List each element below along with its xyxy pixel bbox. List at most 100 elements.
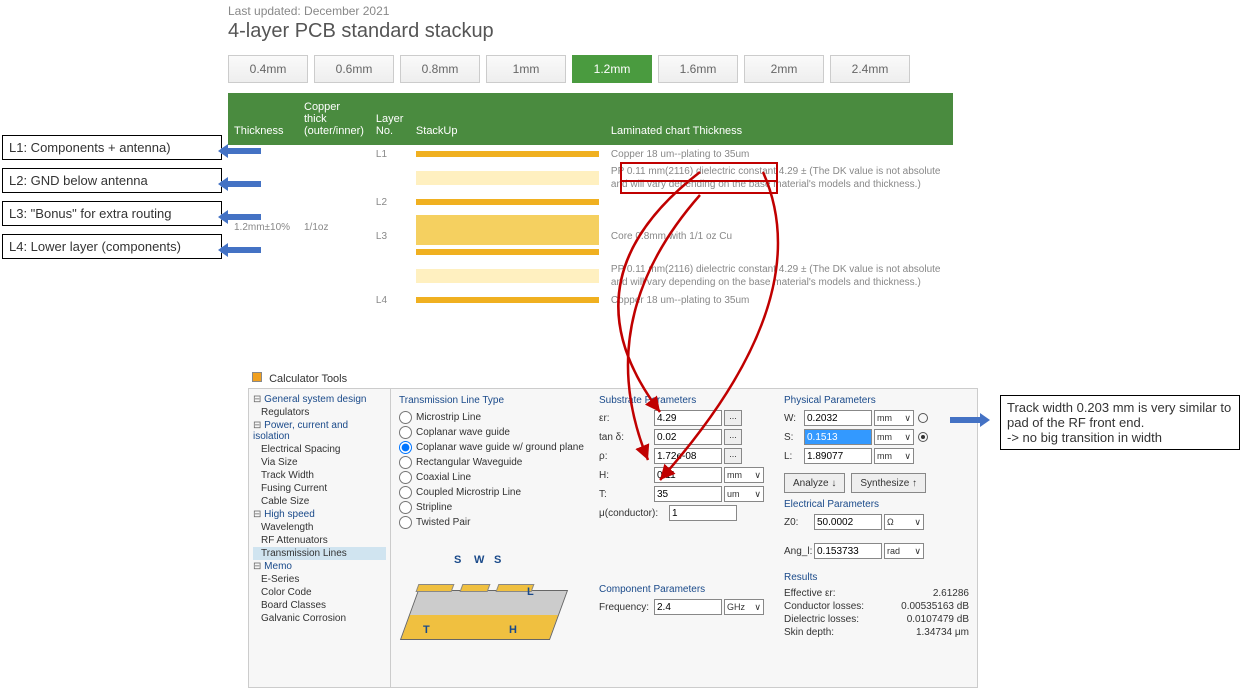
anno-l1-text: L1: Components + antenna) xyxy=(9,140,171,155)
tree-cable-size[interactable]: Cable Size xyxy=(253,495,386,508)
ang-label: Ang_l: xyxy=(784,546,814,557)
ang-input[interactable] xyxy=(814,543,882,559)
th-laminated: Laminated chart Thickness xyxy=(605,93,953,145)
diel-loss-label: Dielectric losses: xyxy=(784,614,859,625)
tab-0-6mm[interactable]: 0.6mm xyxy=(314,55,394,83)
tree-electrical-spacing[interactable]: Electrical Spacing xyxy=(253,443,386,456)
tree-rf-attenuators[interactable]: RF Attenuators xyxy=(253,534,386,547)
t-input[interactable] xyxy=(654,486,722,502)
radio-twisted-pair[interactable] xyxy=(399,516,412,529)
s-unit-select[interactable]: mm∨ xyxy=(874,429,914,445)
tree-memo[interactable]: Memo xyxy=(253,560,386,573)
th-thickness: Thickness xyxy=(228,93,298,145)
copper-value: 1/1oz xyxy=(298,145,370,309)
l-input[interactable] xyxy=(804,448,872,464)
w-input[interactable] xyxy=(804,410,872,426)
cond-loss-label: Conductor losses: xyxy=(784,601,864,612)
w-radio[interactable] xyxy=(918,413,928,423)
tree-fusing-current[interactable]: Fusing Current xyxy=(253,482,386,495)
vis-l2-copper xyxy=(416,199,599,205)
z0-unit-select[interactable]: Ω∨ xyxy=(884,514,924,530)
layer-l1: L1 xyxy=(370,145,410,163)
tand-label: tan δ: xyxy=(599,432,654,443)
tree-regulators[interactable]: Regulators xyxy=(253,406,386,419)
ang-unit-select[interactable]: rad∨ xyxy=(884,543,924,559)
h-unit-select[interactable]: mm∨ xyxy=(724,467,764,483)
tab-0-4mm[interactable]: 0.4mm xyxy=(228,55,308,83)
thickness-tabs: 0.4mm 0.6mm 0.8mm 1mm 1.2mm 1.6mm 2mm 2.… xyxy=(228,55,953,83)
tab-2mm[interactable]: 2mm xyxy=(744,55,824,83)
cpw-diagram: S W S T H L xyxy=(399,540,569,650)
tree-general[interactable]: General system design xyxy=(253,393,386,406)
tree-transmission-lines[interactable]: Transmission Lines xyxy=(253,547,386,560)
radio-coupled-ms[interactable] xyxy=(399,486,412,499)
tree-via-size[interactable]: Via Size xyxy=(253,456,386,469)
vis-core xyxy=(416,215,599,245)
radio-stripline[interactable] xyxy=(399,501,412,514)
chevron-down-icon: ∨ xyxy=(914,546,921,557)
l-unit-select[interactable]: mm∨ xyxy=(874,448,914,464)
layer-l2: L2 xyxy=(370,193,410,211)
cond-loss-value: 0.00535163 dB xyxy=(901,601,969,612)
th-layer: Layer No. xyxy=(370,93,410,145)
calc-main: Transmission Line Type Microstrip Line C… xyxy=(391,389,977,687)
anno-l4: L4: Lower layer (components) xyxy=(2,234,222,259)
tree-high-speed[interactable]: High speed xyxy=(253,508,386,521)
mu-input[interactable] xyxy=(669,505,737,521)
tand-input[interactable] xyxy=(654,429,722,445)
tree-track-width[interactable]: Track Width xyxy=(253,469,386,482)
mu-label: μ(conductor): xyxy=(599,508,669,519)
freq-unit-select[interactable]: GHz∨ xyxy=(724,599,764,615)
component-title: Component Parameters xyxy=(599,584,774,595)
er-browse-button[interactable]: ... xyxy=(724,410,742,426)
tree-wavelength[interactable]: Wavelength xyxy=(253,521,386,534)
freq-input[interactable] xyxy=(654,599,722,615)
s-input[interactable] xyxy=(804,429,872,445)
tree-power[interactable]: Power, current and isolation xyxy=(253,419,386,443)
rho-label: ρ: xyxy=(599,451,654,462)
s-radio[interactable] xyxy=(918,432,928,442)
radio-cpwg-label: Coplanar wave guide w/ ground plane xyxy=(416,442,584,453)
radio-microstrip[interactable] xyxy=(399,411,412,424)
rho-input[interactable] xyxy=(654,448,722,464)
synthesize-button[interactable]: Synthesize ↑ xyxy=(851,473,926,493)
radio-cpwg[interactable] xyxy=(399,441,412,454)
h-input[interactable] xyxy=(654,467,722,483)
left-annotations: L1: Components + antenna) L2: GND below … xyxy=(2,135,222,267)
tab-1-2mm[interactable]: 1.2mm xyxy=(572,55,652,83)
t-unit-select[interactable]: um∨ xyxy=(724,486,764,502)
vis-pp1 xyxy=(416,171,599,185)
z0-input[interactable] xyxy=(814,514,882,530)
tree-e-series[interactable]: E-Series xyxy=(253,573,386,586)
anno-l4-text: L4: Lower layer (components) xyxy=(9,239,181,254)
tand-browse-button[interactable]: ... xyxy=(724,429,742,445)
radio-cpw[interactable] xyxy=(399,426,412,439)
chevron-down-icon: ∨ xyxy=(754,489,761,500)
er-input[interactable] xyxy=(654,410,722,426)
tab-2-4mm[interactable]: 2.4mm xyxy=(830,55,910,83)
chevron-down-icon: ∨ xyxy=(904,432,911,443)
radio-coax[interactable] xyxy=(399,471,412,484)
substrate-title: Substrate Parameters xyxy=(599,395,774,406)
tree-color-code[interactable]: Color Code xyxy=(253,586,386,599)
tab-1-6mm[interactable]: 1.6mm xyxy=(658,55,738,83)
calculator-panel: General system design Regulators Power, … xyxy=(248,388,978,688)
tab-0-8mm[interactable]: 0.8mm xyxy=(400,55,480,83)
th-stackup: StackUp xyxy=(410,93,605,145)
er-label: εr: xyxy=(599,413,654,424)
radio-rect-wg[interactable] xyxy=(399,456,412,469)
vis-l3-copper xyxy=(416,249,599,255)
tree-board-classes[interactable]: Board Classes xyxy=(253,599,386,612)
tab-1mm[interactable]: 1mm xyxy=(486,55,566,83)
rho-browse-button[interactable]: ... xyxy=(724,448,742,464)
tree-galvanic-corrosion[interactable]: Galvanic Corrosion xyxy=(253,612,386,625)
skin-depth-label: Skin depth: xyxy=(784,627,834,638)
analyze-button[interactable]: Analyze ↓ xyxy=(784,473,845,493)
anno-l3: L3: "Bonus" for extra routing xyxy=(2,201,222,226)
w-unit-select[interactable]: mm∨ xyxy=(874,410,914,426)
arrow-icon xyxy=(221,210,271,222)
freq-label: Frequency: xyxy=(599,602,654,613)
radio-rect-wg-label: Rectangular Waveguide xyxy=(416,457,522,468)
last-updated-text: Last updated: December 2021 xyxy=(228,4,953,18)
stackup-panel: Last updated: December 2021 4-layer PCB … xyxy=(228,4,953,309)
